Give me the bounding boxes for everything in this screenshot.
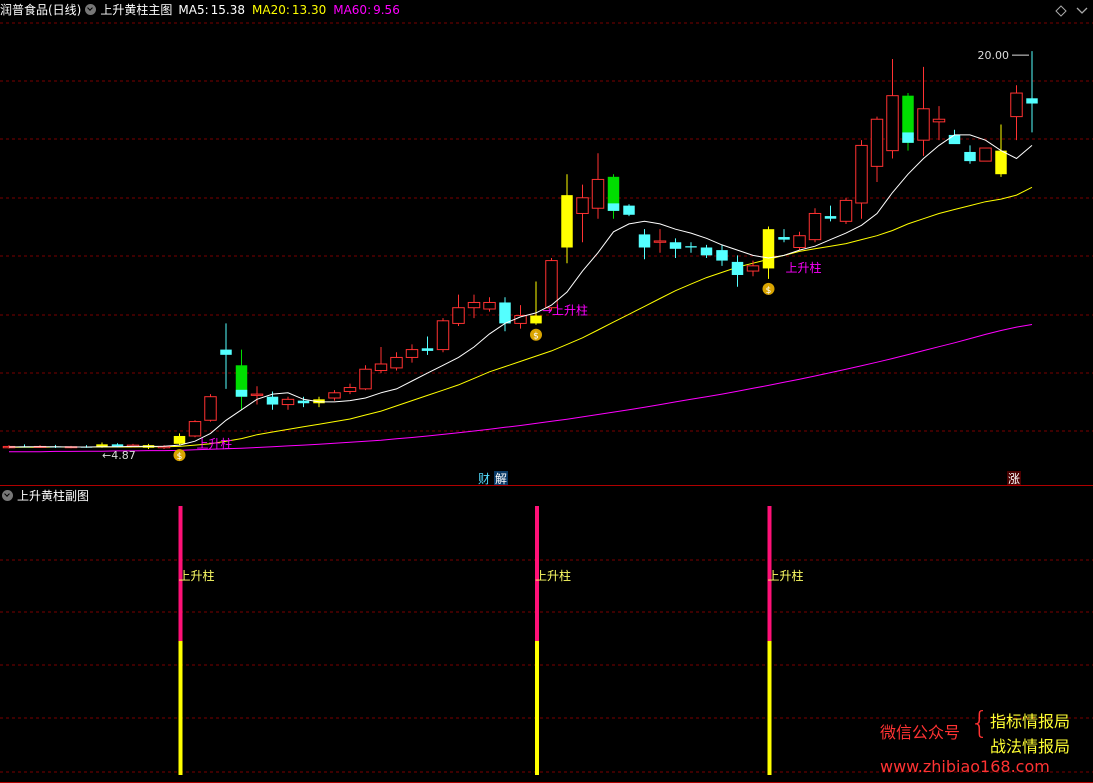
candle-body: [220, 349, 232, 355]
signal-bar-bottom: [178, 641, 183, 775]
candle-body: [173, 435, 186, 444]
candle-body-up: [886, 95, 899, 152]
watermark-wechat: 微信公众号: [880, 723, 961, 742]
signal-label-1: 上升柱: [197, 436, 233, 451]
ma60-value: 9.56: [373, 3, 400, 17]
sub-signal-label: 上升柱: [768, 568, 804, 583]
min-price-label: ←4.87: [102, 449, 136, 462]
candle-body-lower: [902, 132, 914, 143]
candle-body-up: [405, 349, 419, 358]
watermark-brace: {: [970, 706, 990, 741]
sub-signal-label: 上升柱: [179, 568, 215, 583]
ma20-value: 13.30: [291, 3, 327, 17]
candle-body-up: [591, 178, 605, 209]
candle-body-up: [917, 108, 930, 141]
candle-body: [700, 247, 713, 256]
ma20-label: MA20:: [252, 3, 290, 17]
candle-body-up: [328, 392, 341, 399]
candle-body-up: [855, 144, 868, 204]
main-header: 润普食品(日线) 上升黄柱主图 MA5: 15.38 MA20: 13.30 MA60: 9.…: [0, 1, 404, 19]
candle-body: [638, 234, 651, 248]
candle-body-up: [204, 396, 217, 421]
candle-body-up: [390, 356, 403, 369]
badge-cai: 财: [478, 472, 490, 486]
candle-body-up: [250, 393, 264, 396]
candle-body: [1026, 98, 1038, 104]
candle-body-up: [281, 398, 295, 406]
candle-body: [266, 396, 279, 405]
ma5-value: 15.38: [210, 3, 245, 17]
candle-body-up: [545, 260, 558, 309]
candle-body: [623, 205, 635, 215]
candle-body-up: [452, 307, 465, 324]
chevron-icon[interactable]: [1076, 7, 1088, 14]
candle-body-up: [746, 265, 760, 272]
sub-header: 上升黄柱副图: [0, 487, 93, 505]
candle-body-up: [374, 363, 388, 372]
main-candlestick-chart[interactable]: $$$上升柱→上升柱上升柱20.00←4.87财解涨: [0, 0, 1093, 486]
badge-zhang: 涨: [1008, 471, 1020, 486]
candle-body-up: [932, 118, 946, 123]
candle-body-up: [343, 387, 357, 392]
candle-body: [731, 261, 744, 275]
candle-body: [716, 250, 728, 261]
candle-body: [499, 302, 511, 324]
candle-body: [762, 229, 775, 269]
candle-body-up: [793, 235, 806, 248]
ma60-line: [9, 324, 1033, 453]
candle-body-up: [808, 212, 822, 241]
candle-body: [685, 246, 697, 248]
candle-body: [297, 400, 310, 404]
candle-body: [530, 315, 542, 324]
main-indicator-name[interactable]: 上升黄柱主图: [100, 3, 172, 17]
ma60-label: MA60:: [333, 3, 372, 17]
candle-body: [824, 216, 837, 219]
signal-bar-bottom: [767, 641, 772, 775]
candle-body: [561, 195, 573, 248]
candle-body-up: [483, 301, 496, 310]
candle-body-up: [436, 320, 450, 351]
candle-body-up: [839, 199, 853, 222]
candle-body: [995, 150, 1007, 175]
max-price-label: 20.00: [978, 49, 1010, 62]
watermark-site: www.zhibiao168.com: [880, 757, 1050, 776]
signal-bar-bottom: [535, 641, 539, 775]
candle-body-up: [467, 301, 481, 309]
candle-body-up: [1010, 92, 1023, 118]
maximize-icon[interactable]: [1055, 5, 1067, 17]
money-bag-glyph: $: [177, 452, 183, 462]
candle-body-up: [359, 368, 372, 390]
candle-body: [948, 134, 961, 145]
ma5-line: [8, 134, 1033, 448]
sub-indicator-name[interactable]: 上升黄柱副图: [17, 489, 89, 503]
sub-indicator-toggle-icon[interactable]: [2, 490, 13, 501]
indicator-toggle-icon[interactable]: [85, 4, 97, 15]
watermark-name2: 战法情报局: [990, 737, 1071, 756]
money-bag-glyph: $: [766, 286, 772, 296]
signal-label-3: 上升柱: [786, 260, 822, 275]
candle-body-up: [576, 197, 589, 214]
sub-chart-panel[interactable]: 上升柱 上升柱 上升柱 上升黄柱副图 微信公众号 { 指标情报局 战法情报局 www…: [0, 487, 1093, 783]
candle-body-up: [188, 421, 202, 437]
candle-body: [421, 348, 434, 351]
badge-jie: 解: [495, 472, 507, 486]
candle-body: [964, 151, 976, 162]
candle-body: [778, 237, 790, 240]
candle-body: [669, 242, 682, 249]
sub-signal-label: 上升柱: [535, 568, 571, 583]
candle-body-lower: [235, 389, 248, 397]
money-bag-glyph: $: [533, 332, 539, 342]
candle-body-up: [653, 240, 667, 243]
watermark-name1: 指标情报局: [990, 712, 1071, 731]
candle-body-up: [979, 147, 992, 162]
candle-body-up: [870, 118, 884, 167]
main-chart-panel[interactable]: $ $ $ 上升柱 →上升柱 上升柱 20.00 ←4.87 财解涨 润普食品(日线) 上升黄柱主…: [0, 0, 1093, 486]
stock-name: 润普食品(日线): [0, 3, 82, 17]
signal-label-2: →上升柱: [542, 303, 588, 318]
ma5-label: MA5:: [178, 3, 209, 17]
candle-body-lower: [607, 203, 620, 211]
